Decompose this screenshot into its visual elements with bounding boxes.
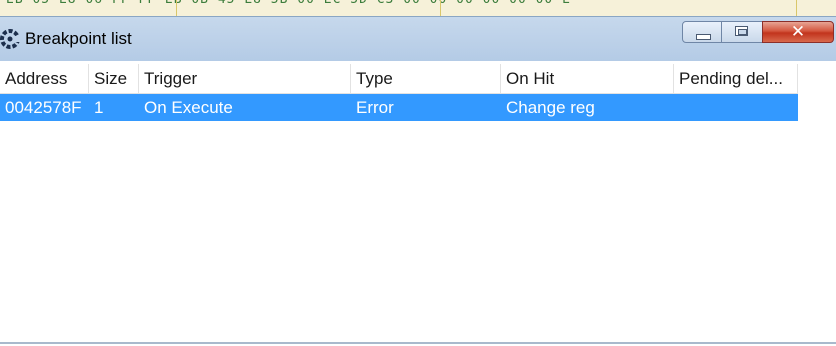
minimize-icon	[696, 34, 711, 40]
hex-column-divider	[796, 0, 797, 16]
hex-column-divider	[440, 0, 441, 16]
title-bar[interactable]: Breakpoint list ✕	[0, 17, 836, 61]
column-header-size[interactable]: Size	[89, 64, 139, 93]
close-icon: ✕	[790, 22, 806, 42]
cell-size: 1	[94, 98, 104, 117]
background-hex-view: EB 05 E8 06 FF FF EB 0B 45 E8 5B 00 EC 5…	[0, 0, 836, 16]
cell-pending-delete	[674, 94, 679, 121]
cell-type: Error	[356, 98, 394, 117]
maximize-button[interactable]	[721, 21, 763, 43]
hex-column-divider	[176, 0, 177, 16]
window-bottom-border	[0, 342, 836, 344]
column-header-address[interactable]: Address	[0, 64, 89, 93]
breakpoint-table: Address Size Trigger Type On Hit Pending…	[0, 61, 836, 344]
cell-trigger: On Execute	[144, 98, 233, 117]
cell-on-hit: Change reg	[506, 98, 595, 117]
cell-address: 0042578F	[5, 98, 82, 117]
window-title: Breakpoint list	[25, 29, 132, 48]
cheat-engine-icon	[0, 29, 20, 49]
breakpoint-list-window: Breakpoint list ✕ Address Size Trigger T…	[0, 16, 836, 346]
column-header-on-hit[interactable]: On Hit	[501, 64, 674, 93]
hex-bytes-text: EB 05 E8 06 FF FF EB 0B 45 E8 5B 00 EC 5…	[6, 0, 571, 8]
table-row[interactable]: 0042578F 1 On Execute Error Change reg	[0, 94, 798, 121]
column-header-pending-delete[interactable]: Pending del...	[674, 64, 798, 93]
close-button[interactable]: ✕	[762, 21, 834, 43]
column-header-trigger[interactable]: Trigger	[139, 64, 351, 93]
maximize-icon	[735, 26, 748, 36]
table-header: Address Size Trigger Type On Hit Pending…	[0, 64, 798, 94]
column-header-type[interactable]: Type	[351, 64, 501, 93]
minimize-button[interactable]	[682, 21, 722, 43]
